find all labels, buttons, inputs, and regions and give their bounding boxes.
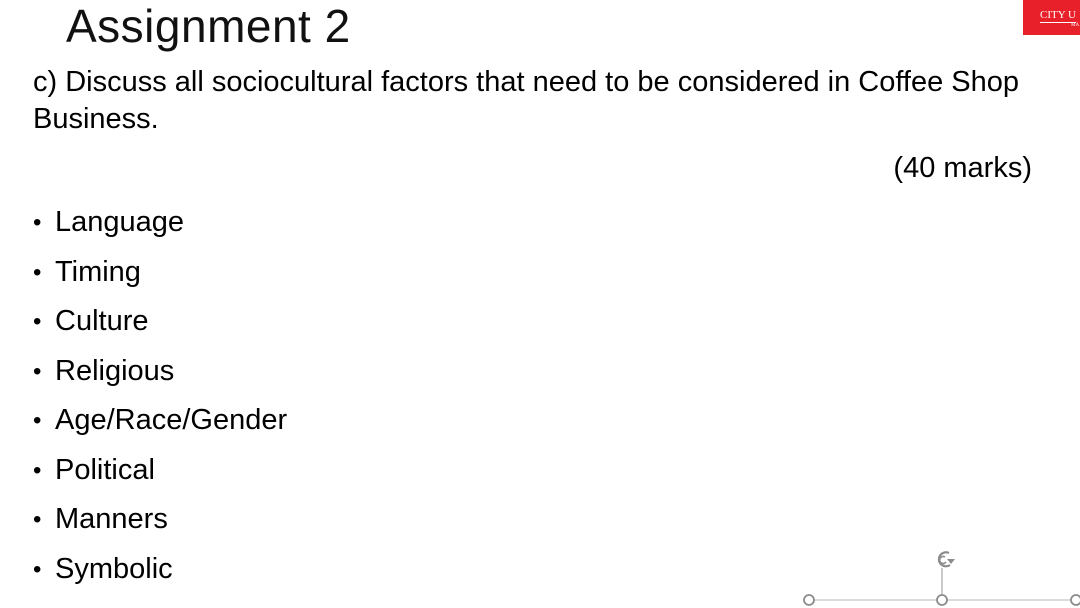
rotate-handle-icon[interactable] xyxy=(937,551,955,568)
slide-title: Assignment 2 xyxy=(66,0,351,52)
list-item: • Timing xyxy=(33,248,287,298)
list-item: • Culture xyxy=(33,297,287,347)
list-item-label: Political xyxy=(55,453,155,486)
marks-label: (40 marks) xyxy=(893,152,1032,184)
bullet-list: • Language • Timing • Culture • Religious • A… xyxy=(33,198,287,594)
list-item-label: Symbolic xyxy=(55,552,173,585)
logo-text-line2: MA xyxy=(1071,23,1080,28)
bullet-icon: • xyxy=(33,308,42,335)
list-item-label: Language xyxy=(55,206,185,238)
question-text: c) Discuss all sociocultural factors tha… xyxy=(33,66,1019,135)
bullet-icon: • xyxy=(33,555,42,583)
list-item-label: Age/Race/Gender xyxy=(55,404,288,436)
resize-handle-right[interactable] xyxy=(1070,594,1080,606)
list-item: • Manners xyxy=(33,495,287,545)
list-item-label: Timing xyxy=(55,255,141,288)
list-item: • Political xyxy=(33,446,287,496)
list-item: • Religious xyxy=(33,347,287,397)
list-item-label: Manners xyxy=(55,503,168,535)
resize-handle-middle[interactable] xyxy=(936,594,948,606)
list-item: • Symbolic xyxy=(33,545,287,595)
logo-text-line1: CITY U xyxy=(1040,9,1076,23)
list-item: • Language xyxy=(33,198,287,248)
bullet-icon: • xyxy=(33,407,42,434)
bullet-icon: • xyxy=(33,506,42,533)
bullet-icon: • xyxy=(33,357,42,385)
list-item: • Age/Race/Gender xyxy=(33,396,287,446)
university-logo: CITY U MA xyxy=(1023,0,1080,35)
bullet-icon: • xyxy=(33,258,42,286)
list-item-label: Culture xyxy=(55,305,149,337)
list-item-label: Religious xyxy=(55,354,175,387)
resize-handle-left[interactable] xyxy=(803,594,815,606)
bullet-icon: • xyxy=(33,209,42,236)
bullet-icon: • xyxy=(33,456,42,484)
